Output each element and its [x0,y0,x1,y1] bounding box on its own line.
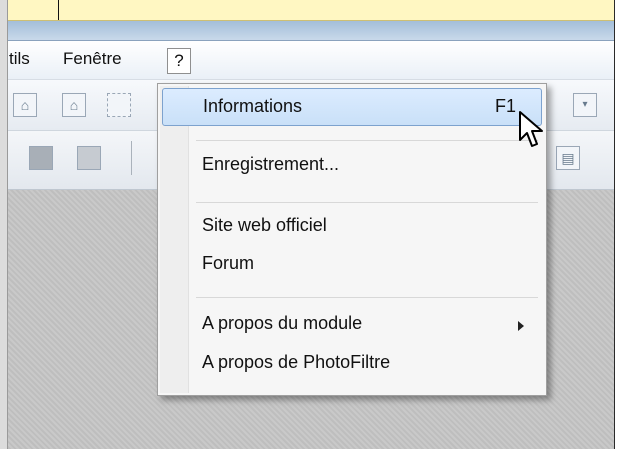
annotation-strip [0,0,614,21]
menu-item-informations[interactable]: Informations F1 [162,88,542,126]
submenu-arrow-icon [518,321,524,331]
menu-outils[interactable]: tils [9,49,30,69]
menu-separator [196,297,538,298]
menu-item-label: A propos du module [202,313,363,333]
menu-item-site-web[interactable]: Site web officiel [162,208,542,244]
menu-item-label: Forum [202,253,255,273]
selection-icon[interactable] [107,93,131,117]
menu-separator [196,202,538,203]
menu-item-a-propos-module[interactable]: A propos du module [162,306,542,342]
dropdown-arrow-icon[interactable]: ▾ [573,93,597,117]
menu-item-shortcut: F1 [494,96,516,116]
app-window: tils Fenêtre ? ⌂ ⌂ ▾ ▤ Informations F1 E… [0,0,615,449]
frame-icon[interactable]: ⌂ [13,93,37,117]
menu-fenetre[interactable]: Fenêtre [63,49,122,69]
menu-separator [196,140,538,141]
menu-item-a-propos-photofiltre[interactable]: A propos de PhotoFiltre [162,345,542,381]
grid-icon[interactable] [29,146,53,170]
menu-item-label: A propos de PhotoFiltre [202,352,391,372]
menu-item-label: Enregistrement... [202,154,340,174]
left-panel-edge [0,0,8,449]
grid-icon[interactable] [77,146,101,170]
menu-item-label: Informations [203,96,303,116]
help-dropdown-menu: Informations F1 Enregistrement... Site w… [157,83,547,396]
menu-item-label: Site web officiel [202,215,327,235]
filter-icon[interactable]: ▤ [556,146,580,170]
frame-icon[interactable]: ⌂ [62,93,86,117]
annotation-divider [58,0,59,20]
menu-item-forum[interactable]: Forum [162,246,542,282]
menu-help[interactable]: ? [167,48,191,74]
menu-bar: tils Fenêtre ? [0,41,614,80]
mouse-pointer-icon [519,111,543,147]
menu-item-enregistrement[interactable]: Enregistrement... [162,147,542,183]
toolbar-separator [131,141,132,175]
